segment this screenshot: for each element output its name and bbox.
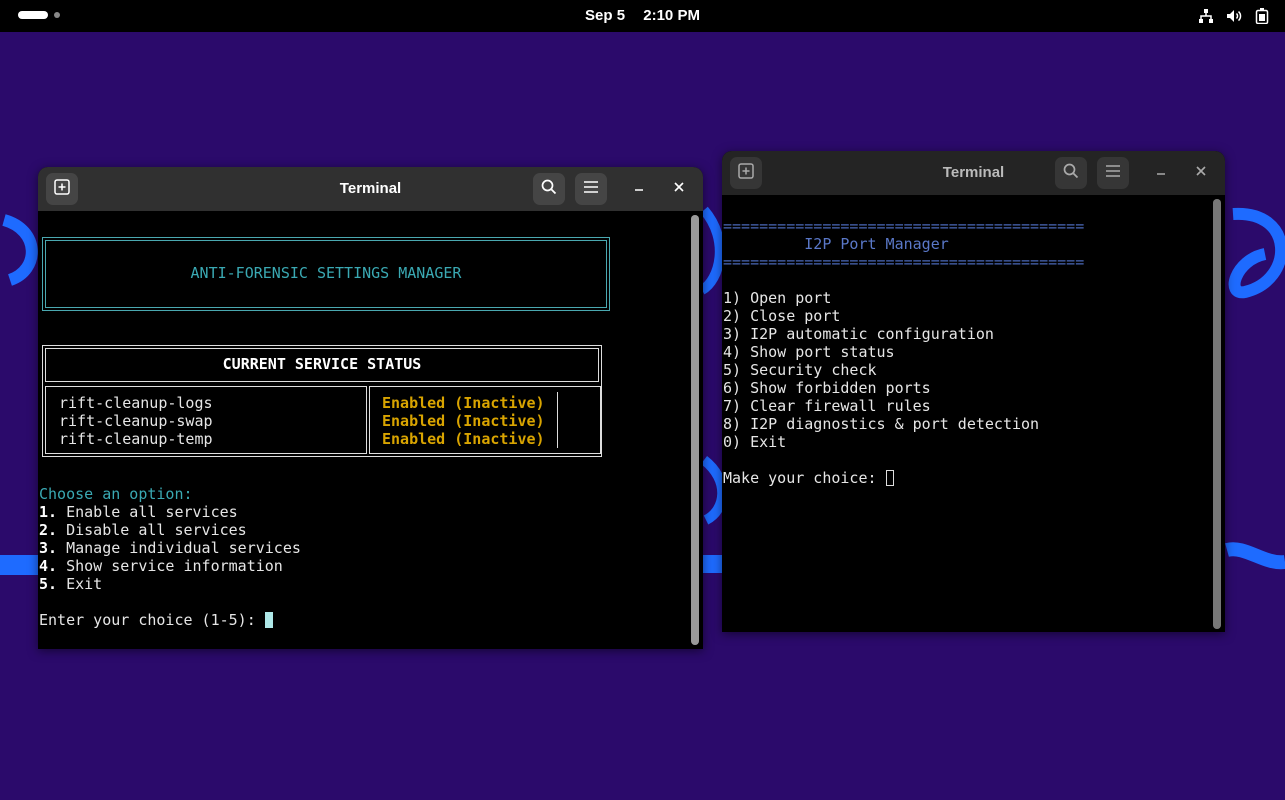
menu-heading: Choose an option:	[39, 485, 193, 503]
new-tab-button[interactable]	[730, 157, 762, 189]
prompt-text: Enter your choice (1-5):	[39, 611, 265, 629]
menu-item: 2. Disable all services	[39, 521, 247, 539]
minimize-button[interactable]	[1145, 157, 1177, 189]
close-button[interactable]	[1185, 157, 1217, 189]
search-button[interactable]	[1055, 157, 1087, 189]
menu-item: 6) Show forbidden ports	[723, 379, 931, 397]
text-cursor	[885, 470, 894, 486]
menu-item: 4) Show port status	[723, 343, 895, 361]
menu-button[interactable]	[575, 173, 607, 205]
separator-line: ========================================	[723, 253, 1085, 271]
menu-item-label: Show service information	[57, 557, 283, 575]
column-divider	[557, 392, 558, 448]
new-tab-icon	[738, 162, 754, 184]
search-icon	[1063, 163, 1079, 184]
service-status: Enabled (Inactive)	[382, 430, 545, 448]
text-cursor	[264, 612, 273, 628]
service-status-column: Enabled (Inactive) Enabled (Inactive) En…	[369, 386, 601, 454]
terminal-output[interactable]: ANTI-FORENSIC SETTINGS MANAGER CURRENT S…	[38, 211, 703, 649]
search-icon	[541, 179, 557, 200]
separator-line: ========================================	[723, 217, 1085, 235]
menu-item: 3. Manage individual services	[39, 539, 301, 557]
service-name-column: rift-cleanup-logs rift-cleanup-swap rift…	[45, 386, 367, 454]
menu-item: 3) I2P automatic configuration	[723, 325, 994, 343]
clock-date: Sep 5	[585, 7, 626, 24]
service-status: Enabled (Inactive)	[382, 394, 545, 412]
input-prompt[interactable]: Enter your choice (1-5):	[39, 611, 273, 629]
terminal-window-i2p[interactable]: Terminal ===============================…	[722, 151, 1225, 632]
banner-box: ANTI-FORENSIC SETTINGS MANAGER	[42, 237, 610, 311]
close-icon	[673, 180, 685, 198]
wallpaper-swirl-right	[1225, 207, 1285, 570]
menu-item-number: 2.	[39, 521, 58, 539]
menu-item: 1) Open port	[723, 289, 832, 307]
wallpaper-swirl-left	[0, 214, 40, 575]
minimize-icon	[633, 180, 645, 198]
clock-time: 2:10 PM	[643, 7, 700, 24]
menu-button[interactable]	[1097, 157, 1129, 189]
menu-item: 0) Exit	[723, 433, 787, 451]
battery-icon[interactable]	[1253, 7, 1271, 25]
system-tray[interactable]	[1197, 7, 1271, 25]
menu-item-number: 5.	[39, 575, 58, 593]
service-name: rift-cleanup-logs	[59, 394, 213, 412]
banner-title: ANTI-FORENSIC SETTINGS MANAGER	[190, 264, 462, 282]
scrollbar-thumb[interactable]	[1213, 199, 1221, 629]
new-tab-icon	[54, 178, 70, 200]
network-icon[interactable]	[1197, 7, 1215, 25]
terminal-window-anti-forensic[interactable]: Terminal ANTI-FORENSIC SETTINGS MANAGER	[38, 167, 703, 649]
terminal-output[interactable]: ========================================…	[722, 195, 1225, 632]
close-icon	[1195, 164, 1207, 182]
menu-item-number: 1.	[39, 503, 58, 521]
volume-icon[interactable]	[1225, 7, 1243, 25]
service-name: rift-cleanup-temp	[59, 430, 213, 448]
menu-item: 1. Enable all services	[39, 503, 238, 521]
menu-item-label: Exit	[57, 575, 103, 593]
scrollbar[interactable]	[1213, 199, 1221, 629]
top-bar: Sep 5 2:10 PM	[0, 0, 1285, 32]
menu-item: 4. Show service information	[39, 557, 283, 575]
scrollbar-thumb[interactable]	[691, 215, 699, 645]
menu-item: 5) Security check	[723, 361, 877, 379]
hamburger-menu-icon	[1105, 164, 1121, 183]
hamburger-menu-icon	[583, 180, 599, 199]
service-name: rift-cleanup-swap	[59, 412, 213, 430]
minimize-button[interactable]	[623, 173, 655, 205]
title-bar[interactable]: Terminal	[38, 167, 703, 211]
menu-item: 5. Exit	[39, 575, 102, 593]
minimize-icon	[1155, 164, 1167, 182]
scrollbar[interactable]	[691, 215, 699, 645]
menu-item: 2) Close port	[723, 307, 841, 325]
title-bar[interactable]: Terminal	[722, 151, 1225, 195]
input-prompt[interactable]: Make your choice:	[723, 469, 894, 487]
service-status: Enabled (Inactive)	[382, 412, 545, 430]
menu-item: 7) Clear firewall rules	[723, 397, 931, 415]
program-heading: I2P Port Manager	[723, 235, 949, 253]
menu-item-label: Enable all services	[57, 503, 238, 521]
menu-item-label: Disable all services	[57, 521, 247, 539]
new-tab-button[interactable]	[46, 173, 78, 205]
close-button[interactable]	[663, 173, 695, 205]
menu-item-number: 4.	[39, 557, 58, 575]
status-table-header: CURRENT SERVICE STATUS	[45, 348, 599, 382]
clock[interactable]: Sep 5 2:10 PM	[0, 7, 1285, 24]
prompt-text: Make your choice:	[723, 469, 886, 487]
menu-item: 8) I2P diagnostics & port detection	[723, 415, 1040, 433]
service-status-table: CURRENT SERVICE STATUS rift-cleanup-logs…	[42, 345, 602, 457]
menu-item-label: Manage individual services	[57, 539, 301, 557]
menu-item-number: 3.	[39, 539, 58, 557]
search-button[interactable]	[533, 173, 565, 205]
